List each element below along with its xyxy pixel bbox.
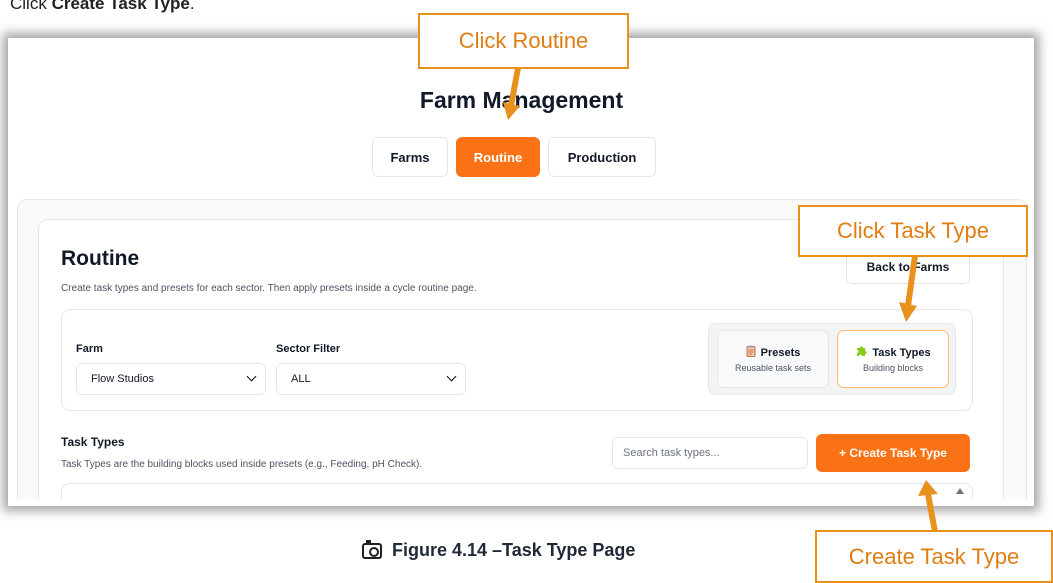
view-switcher: Presets Reusable task sets Task Types Bu… [708, 323, 956, 395]
task-types-subtitle-text: Task Types are the building blocks used … [61, 459, 423, 470]
callout-click-routine: Click Routine [418, 13, 629, 69]
create-task-type-button[interactable]: + Create Task Type [816, 434, 970, 472]
tab-production[interactable]: Production [548, 137, 656, 177]
caption-text: Figure 4.14 –Task Type Page [392, 540, 636, 560]
main-tabs: Farms Routine Production [372, 137, 656, 177]
sector-filter-label: Sector Filter [276, 343, 341, 355]
puzzle-icon [855, 345, 867, 360]
scroll-up-icon[interactable] [956, 488, 964, 494]
sector-select-value: ALL [291, 373, 311, 385]
task-types-subtitle: Building blocks [862, 363, 924, 373]
farm-select[interactable]: Flow Studios [76, 363, 266, 395]
page-title: Routine [61, 247, 140, 270]
presets-toggle[interactable]: Presets Reusable task sets [717, 330, 829, 388]
farm-select-value: Flow Studios [91, 373, 154, 385]
task-types-heading: Task Types [61, 435, 125, 449]
arrow-to-task-type [899, 256, 918, 322]
arrow-to-routine [503, 68, 521, 120]
task-types-title: Task Types [872, 346, 931, 359]
arrow-to-create [918, 480, 938, 532]
tab-farms[interactable]: Farms [372, 137, 448, 177]
farm-label: Farm [76, 343, 103, 355]
tab-routine[interactable]: Routine [456, 137, 540, 177]
page-subtitle: Create task types and presets for each s… [61, 283, 477, 294]
sector-filter-select[interactable]: ALL [276, 363, 466, 395]
figure-caption: Figure 4.14 –Task Type Page [362, 539, 636, 561]
chevron-down-icon [446, 371, 457, 382]
intro-suffix: . [189, 0, 195, 13]
intro-prefix: Click [10, 0, 52, 13]
search-task-types-input[interactable]: Search task types... [612, 437, 808, 469]
task-type-list [61, 483, 973, 499]
presets-title: Presets [760, 346, 801, 359]
clipboard-icon [746, 345, 756, 360]
intro-text: Click Create Task Type. [10, 0, 195, 14]
presets-subtitle: Reusable task sets [734, 363, 812, 373]
task-types-toggle[interactable]: Task Types Building blocks [837, 330, 949, 388]
camera-icon [362, 539, 382, 559]
callout-create-task-type: Create Task Type [815, 530, 1053, 583]
intro-bold: Create Task Type [51, 0, 190, 13]
callout-click-task-type: Click Task Type [798, 205, 1028, 257]
chevron-down-icon [246, 371, 257, 382]
